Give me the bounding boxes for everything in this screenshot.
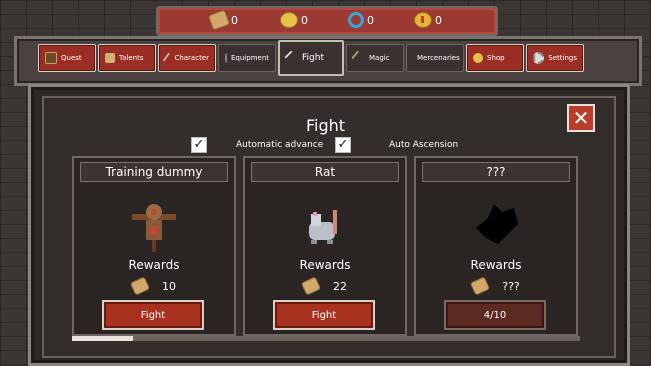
auto-ascension-checkbox[interactable]: ✓ <box>335 137 351 153</box>
enemy-card-unknown: ??? Rewards ??? 4/10 <box>414 156 578 336</box>
rat-sprite <box>309 210 337 244</box>
tab-magic[interactable]: Magic <box>346 44 404 72</box>
reward-row: ??? <box>416 276 576 296</box>
sword-icon <box>162 52 173 64</box>
scroll-icon <box>207 9 231 31</box>
automatic-advance-checkbox[interactable]: ✓ <box>191 137 207 153</box>
fight-button[interactable]: Fight <box>102 300 204 330</box>
tab-label: Character <box>174 54 209 62</box>
staff-icon <box>351 50 367 66</box>
enemy-card-training-dummy: Training dummy Rewards 10 Fight <box>72 156 236 336</box>
tab-label: Equipment <box>231 54 269 62</box>
fight-button[interactable]: Fight <box>273 300 375 330</box>
tab-equipment[interactable]: Equipment <box>218 44 276 72</box>
book-icon <box>45 52 57 64</box>
coin-icon <box>473 53 483 63</box>
scroll-icon <box>129 276 151 296</box>
resource-value: 0 <box>231 13 238 27</box>
auto-ascension-label: Auto Ascension <box>389 140 459 150</box>
tab-fight[interactable]: Fight <box>278 40 344 76</box>
resource-scrolls: 0 <box>207 9 238 31</box>
unknown-enemy-silhouette <box>476 204 518 244</box>
gem-coin-icon <box>414 12 432 28</box>
resource-value: 0 <box>435 13 442 27</box>
rewards-label: Rewards <box>470 258 522 272</box>
resource-gems: 0 <box>414 12 442 28</box>
tab-quest[interactable]: Quest <box>38 44 96 72</box>
rewards-label: Rewards <box>299 258 351 272</box>
tab-label: Settings <box>548 54 577 62</box>
resource-bar: 0 0 0 0 <box>156 6 498 36</box>
swirl-icon <box>348 12 364 28</box>
scroll-progress-bar[interactable] <box>72 336 580 341</box>
tab-label: Talents <box>119 54 144 62</box>
tab-label: Magic <box>369 54 390 62</box>
scroll-icon <box>470 276 491 296</box>
locked-progress-button: 4/10 <box>444 300 546 330</box>
tab-label: Quest <box>61 54 82 62</box>
reward-value: ??? <box>502 279 520 293</box>
tab-talents[interactable]: Talents <box>98 44 156 72</box>
training-dummy-sprite <box>132 204 176 252</box>
rewards-label: Rewards <box>128 258 180 272</box>
enemy-card-rat: Rat Rewards 22 Fight <box>243 156 407 336</box>
gear-icon <box>533 52 545 64</box>
tab-character[interactable]: Character <box>158 44 216 72</box>
resource-essence: 0 <box>348 12 374 28</box>
scroll-icon <box>105 53 115 63</box>
tab-label: Mercenaries <box>417 54 460 62</box>
reward-row: 22 <box>245 276 405 296</box>
tab-mercenaries[interactable]: Mercenaries <box>406 44 464 72</box>
tab-shop[interactable]: Shop <box>466 44 524 72</box>
tab-settings[interactable]: Settings <box>526 44 584 72</box>
tab-label: Shop <box>487 54 505 62</box>
sword-icon <box>284 50 300 66</box>
reward-value: 22 <box>333 279 347 293</box>
main-nav: Quest Talents Character Equipment Fight … <box>38 40 584 76</box>
resource-value: 0 <box>301 13 308 27</box>
close-icon: ✕ <box>572 106 590 130</box>
automatic-advance-label: Automatic advance <box>236 140 324 150</box>
enemy-name: ??? <box>422 162 570 182</box>
enemy-name: Training dummy <box>80 162 228 182</box>
reward-row: 10 <box>74 276 234 296</box>
page-title: Fight <box>305 116 346 135</box>
enemy-name: Rat <box>251 162 399 182</box>
tab-label: Fight <box>302 53 324 63</box>
coin-icon <box>280 12 298 28</box>
progress-fill <box>72 336 133 341</box>
scroll-icon <box>300 276 322 296</box>
resource-coins: 0 <box>280 12 308 28</box>
close-button[interactable]: ✕ <box>567 104 595 132</box>
reward-value: 10 <box>162 279 176 293</box>
resource-value: 0 <box>367 13 374 27</box>
helmet-icon <box>225 53 227 63</box>
